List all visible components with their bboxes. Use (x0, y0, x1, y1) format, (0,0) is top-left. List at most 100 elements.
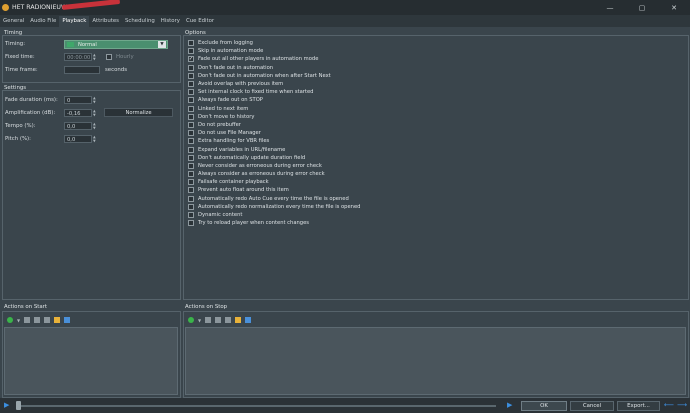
option-item: Don't automatically update duration fiel… (188, 154, 360, 162)
fixed-time-input[interactable]: 00:00:00 (64, 53, 92, 61)
option-checkbox[interactable] (188, 72, 194, 79)
option-item: Do not use File Manager (188, 129, 360, 137)
option-checkbox[interactable] (188, 113, 194, 120)
option-checkbox[interactable] (188, 212, 194, 219)
position-slider-track[interactable] (16, 405, 496, 407)
cancel-button[interactable]: Cancel (570, 401, 614, 411)
actions-stop-list[interactable] (185, 327, 686, 395)
actions-start-list[interactable] (4, 327, 178, 395)
amplification-input[interactable]: -0,16 (64, 109, 92, 117)
time-frame-input[interactable] (64, 66, 100, 74)
maximize-button[interactable]: ▢ (626, 0, 658, 15)
option-checkbox[interactable] (188, 220, 194, 227)
option-checkbox[interactable] (188, 64, 194, 71)
option-item: Avoid overlap with previous item (188, 80, 360, 88)
timing-dropdown[interactable]: Normal ▼ (64, 40, 168, 49)
close-button[interactable]: ✕ (658, 0, 690, 15)
fade-duration-spinner[interactable]: ▲ ▼ (93, 96, 98, 104)
forward-arrow-icon[interactable]: ⟶ (677, 401, 687, 409)
position-slider-thumb[interactable] (16, 401, 21, 410)
ok-button[interactable]: OK (521, 401, 567, 411)
option-checkbox[interactable] (188, 187, 194, 194)
option-item: Do not prebuffer (188, 121, 360, 129)
pitch-input[interactable]: 0,0 (64, 135, 92, 143)
skip-end-icon[interactable]: ▶ (507, 401, 512, 409)
option-checkbox[interactable]: ✓ (188, 56, 194, 63)
tab-scheduling[interactable]: Scheduling (122, 16, 158, 27)
tab-playback[interactable]: Playback (59, 16, 90, 27)
list-icon[interactable] (215, 317, 222, 323)
add-action-icon[interactable] (188, 317, 194, 323)
tab-history[interactable]: History (158, 16, 183, 27)
tempo-spinner[interactable]: ▲ ▼ (93, 122, 98, 130)
fade-duration-input[interactable]: 0 (64, 96, 92, 104)
option-checkbox[interactable] (188, 195, 194, 202)
option-item: Skip in automation mode (188, 47, 360, 55)
folder-icon[interactable] (235, 317, 242, 323)
edit-icon[interactable] (24, 317, 31, 323)
option-label: Dynamic content (198, 212, 243, 219)
option-checkbox[interactable] (188, 203, 194, 210)
option-checkbox[interactable] (188, 171, 194, 178)
option-label: Expand variables in URL/filename (198, 146, 286, 153)
play-icon[interactable]: ▶ (4, 401, 9, 409)
chevron-down-icon[interactable]: ▼ (17, 318, 20, 323)
option-checkbox[interactable] (188, 138, 194, 145)
hourly-label: Hourly (116, 54, 134, 60)
option-item: Try to reload player when content change… (188, 219, 360, 227)
export-button[interactable]: Export... (617, 401, 660, 411)
back-arrow-icon[interactable]: ⟵ (664, 401, 674, 409)
save-icon[interactable] (64, 317, 71, 323)
hourly-checkbox[interactable] (106, 54, 112, 60)
time-frame-unit: seconds (105, 67, 128, 73)
folder-icon[interactable] (54, 317, 61, 323)
normalize-button[interactable]: Normalize (104, 108, 173, 117)
option-checkbox[interactable] (188, 105, 194, 112)
minimize-button[interactable]: — (594, 0, 626, 15)
app-icon (2, 4, 9, 11)
option-label: Fade out all other players in automation… (198, 56, 319, 63)
option-checkbox[interactable] (188, 146, 194, 153)
option-checkbox[interactable] (188, 89, 194, 96)
chevron-down-icon[interactable]: ▼ (158, 41, 166, 48)
chevron-down-icon[interactable]: ▼ (198, 318, 201, 323)
edit-icon[interactable] (205, 317, 212, 323)
option-checkbox[interactable] (188, 40, 194, 47)
option-label: Set internal clock to fixed time when st… (198, 89, 314, 96)
fade-duration-label: Fade duration (ms): (5, 97, 58, 103)
fixed-time-spinner[interactable]: ▲ ▼ (93, 53, 98, 61)
save-icon[interactable] (245, 317, 252, 323)
option-item: Don't fade out in automation (188, 64, 360, 72)
option-label: Always fade out on STOP (198, 97, 263, 104)
list-icon[interactable] (34, 317, 41, 323)
option-item: Set internal clock to fixed time when st… (188, 88, 360, 96)
tab-audio-file[interactable]: Audio File (27, 16, 59, 27)
tempo-input[interactable]: 0,0 (64, 122, 92, 130)
delete-icon[interactable] (225, 317, 232, 323)
option-item: Automatically redo Auto Cue every time t… (188, 195, 360, 203)
amplification-spinner[interactable]: ▲ ▼ (93, 109, 98, 117)
option-checkbox[interactable] (188, 162, 194, 169)
option-checkbox[interactable] (188, 154, 194, 161)
tab-cue-editor[interactable]: Cue Editor (183, 16, 217, 27)
option-checkbox[interactable] (188, 179, 194, 186)
option-checkbox[interactable] (188, 121, 194, 128)
amplification-label: Amplification (dB): (5, 110, 56, 116)
option-item: Linked to next item (188, 105, 360, 113)
tab-attributes[interactable]: Attributes (89, 16, 122, 27)
pitch-spinner[interactable]: ▲ ▼ (93, 135, 98, 143)
options-list: Exclude from logging Skip in automation … (188, 39, 360, 227)
option-checkbox[interactable] (188, 48, 194, 55)
options-group-title: Options (185, 30, 206, 36)
option-label: Do not prebuffer (198, 121, 241, 128)
option-item: Failsafe container playback (188, 178, 360, 186)
option-label: Avoid overlap with previous item (198, 81, 284, 88)
option-checkbox[interactable] (188, 81, 194, 88)
pitch-label: Pitch (%): (5, 136, 31, 142)
delete-icon[interactable] (44, 317, 51, 323)
option-checkbox[interactable] (188, 130, 194, 137)
add-action-icon[interactable] (7, 317, 13, 323)
actions-stop-toolbar: ▼ (188, 317, 252, 323)
option-checkbox[interactable] (188, 97, 194, 104)
tab-general[interactable]: General (0, 16, 27, 27)
